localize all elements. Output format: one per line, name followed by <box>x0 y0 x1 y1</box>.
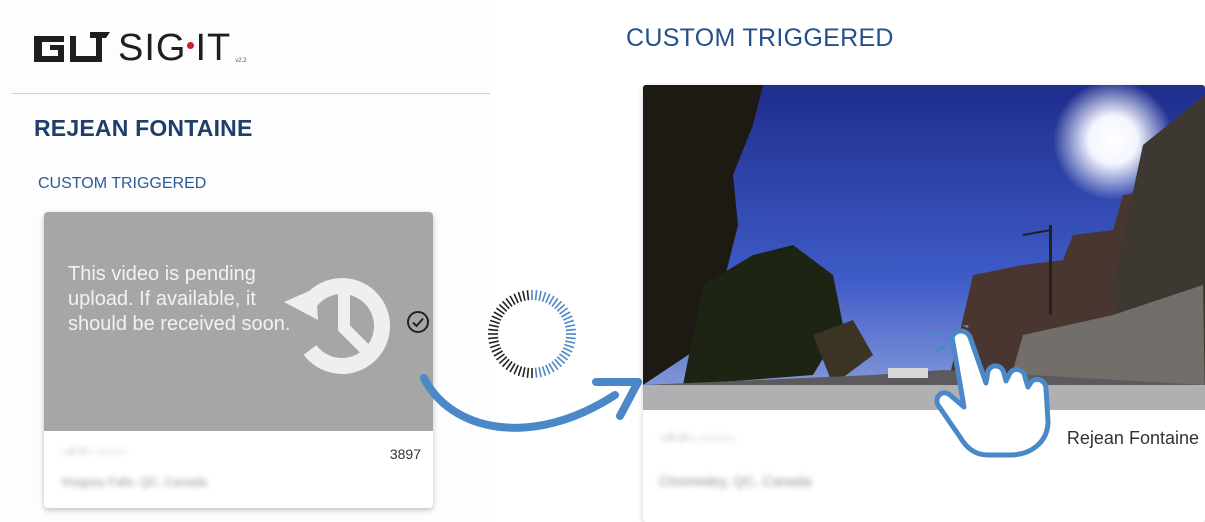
spinner-tick <box>565 336 576 340</box>
spinner-tick <box>489 319 500 325</box>
spinner-tick <box>488 328 499 332</box>
gosight-logo: SIG IT v2.2 <box>30 22 247 68</box>
go-logo-mark <box>34 32 110 62</box>
spinner-tick <box>526 290 530 301</box>
dashcam-scene <box>643 85 1205 410</box>
spinner-tick <box>489 343 500 349</box>
spinner-tick <box>522 290 526 301</box>
pending-video-card[interactable]: This video is pending upload. If availab… <box>44 212 433 508</box>
check-circle-icon[interactable] <box>406 310 430 334</box>
logo-red-dot <box>187 42 195 50</box>
spinner-tick <box>488 336 499 340</box>
spinner-tick <box>562 315 573 321</box>
logo-wordmark: SIG IT <box>118 27 232 69</box>
spinner-tick <box>491 347 502 353</box>
spinner-tick <box>541 291 547 302</box>
spinner-tick <box>561 350 571 357</box>
pending-video-placeholder: This video is pending upload. If availab… <box>44 212 433 431</box>
spinner-tick <box>548 295 555 305</box>
spinner-tick <box>517 291 523 302</box>
driver-name: Rejean Fontaine <box>1066 428 1199 448</box>
spinner-tick <box>538 290 542 301</box>
spinner-tick <box>562 347 573 353</box>
spinner-tick <box>488 340 499 344</box>
blurred-location: Kingsey Falls, QC, Canada <box>62 475 207 489</box>
spinner-tick <box>565 324 576 328</box>
pending-upload-message: This video is pending upload. If availab… <box>68 263 291 335</box>
star-icon[interactable] <box>1161 91 1205 416</box>
spinner-tick <box>493 311 503 318</box>
spinner-tick <box>488 324 499 328</box>
header-divider <box>12 93 490 94</box>
spinner-tick <box>534 290 538 301</box>
video-thumbnail[interactable] <box>643 85 1205 410</box>
spinner-tick <box>513 293 519 304</box>
driver-name-heading: REJEAN FONTAINE <box>34 115 253 141</box>
video-event-card[interactable]: --/--/-- --:--:-- Chomedey, QC, Canada R… <box>643 85 1205 522</box>
spinner-tick <box>561 311 571 318</box>
spinner-tick <box>564 319 575 325</box>
logo-version: v2.2 <box>235 58 247 64</box>
spinner-tick <box>564 343 575 349</box>
blurred-timestamp: --/--/-- --:--:-- <box>659 429 735 445</box>
event-type-label: CUSTOM TRIGGERED <box>38 175 207 192</box>
spinner-tick <box>491 315 502 321</box>
pointing-hand-icon <box>932 325 1051 458</box>
spinner-tick <box>545 293 551 304</box>
blurred-timestamp: --/--/-- --:--:-- <box>62 444 127 458</box>
history-icon <box>284 278 390 374</box>
spinner-tick <box>565 328 576 332</box>
spinner-tick <box>565 340 576 344</box>
event-type-title: CUSTOM TRIGGERED <box>626 24 894 52</box>
curved-arrow-icon <box>420 374 642 432</box>
spinner-tick <box>509 295 516 305</box>
spinner-tick <box>493 350 503 357</box>
blurred-location: Chomedey, QC, Canada <box>659 473 812 489</box>
